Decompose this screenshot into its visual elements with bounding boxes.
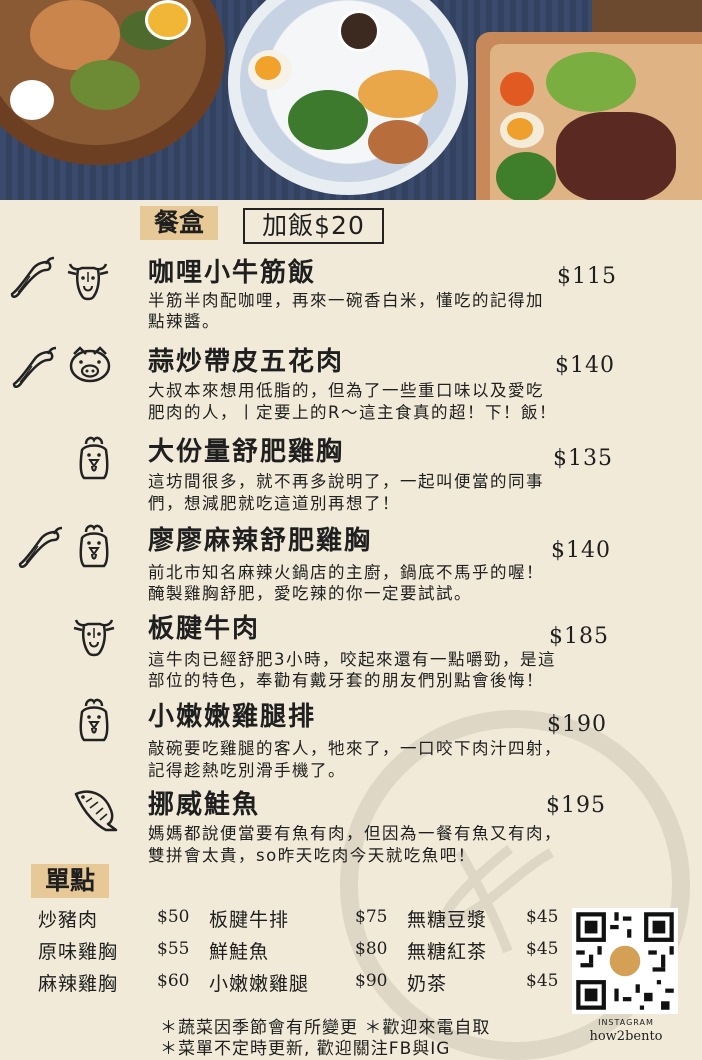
item-desc-line1: 媽媽都說便當要有魚有肉，但因為一餐有魚又有肉， [148,824,562,843]
alacarte-item-price: $45 [526,939,559,959]
item-desc-line1: 這坊間很多，就不再多說明了，一起叫便當的同事 [148,472,544,491]
steak-tray-image [476,32,702,200]
add-rice-price: 加飯$20 [243,208,384,244]
chicken-icon [79,436,109,480]
cow-icon [66,262,110,301]
chili-icon [12,346,58,389]
note-line: ＊菜單不定時更新, 歡迎關注FB與IG [160,1039,451,1059]
item-price: $185 [549,624,609,649]
item-name-chicken-thigh: 小嫩嫩雞腿排 [148,702,317,732]
alacarte-item-name: 原味雞胸 [38,941,119,963]
item-desc-line1: 半筋半肉配咖哩，再來一碗香白米，懂吃的記得加 [148,291,544,310]
item-desc-line2: 醃製雞胸舒肥，愛吃辣的你一定要試試。 [148,584,472,603]
bento-section-label: 餐盒 [140,206,219,240]
item-price: $115 [557,264,617,289]
item-name-curry-beef-tendon: 咖哩小牛筋飯 [148,258,317,288]
alacarte-item-price: $80 [355,939,388,959]
item-name-spicy-chicken: 廖廖麻辣舒肥雞胸 [148,526,373,556]
watermark-glyph: 𐤀 [430,790,564,999]
qr-caption-handle: how2bento [589,1029,663,1044]
item-desc-line2: 肥肉的人，丨定要上的R～這主食真的超！下！飯！ [148,403,557,422]
alacarte-item-name: 板腱牛排 [209,909,290,931]
alacarte-item-name: 鮮鮭魚 [209,941,270,963]
alacarte-item-price: $45 [526,971,559,991]
qr-code[interactable] [572,908,678,1014]
item-price: $190 [547,712,607,737]
alacarte-item-price: $75 [355,907,388,927]
item-name-sous-vide-chicken: 大份量舒肥雞胸 [148,437,345,467]
alacarte-section-label: 單點 [31,864,110,898]
alacarte-item-name: 奶茶 [407,973,448,995]
item-name-flat-iron-beef: 板腱牛肉 [148,614,261,644]
alacarte-item-name: 麻辣雞胸 [38,973,119,995]
alacarte-item-name: 炒豬肉 [38,909,99,931]
food-photo-banner [0,0,702,200]
item-desc-line1: 大叔本來想用低脂的，但為了一些重口味以及愛吃 [148,381,544,400]
cow-icon [72,618,116,657]
alacarte-item-price: $90 [355,971,388,991]
chicken-icon [79,524,109,568]
item-price: $140 [551,538,611,563]
item-desc-line2: 記得趁熱吃別滑手機了。 [148,761,346,780]
alacarte-item-name: 小嫩嫩雞腿 [209,973,310,995]
item-name-norwegian-salmon: 挪威鮭魚 [148,790,261,820]
alacarte-item-price: $55 [157,939,190,959]
item-desc-line1: 敲碗要吃雞腿的客人，牠來了，一口咬下肉汁四射， [148,739,562,758]
chili-icon [18,526,64,569]
alacarte-item-price: $45 [526,907,559,927]
fish-icon [74,790,118,832]
item-desc-line2: 部位的特色，奉勸有戴牙套的朋友們別點會後悔！ [148,671,544,690]
item-name-pork-belly: 蒜炒帶皮五花肉 [148,347,345,377]
chili-icon [10,256,56,299]
item-price: $195 [546,793,606,818]
item-desc-line1: 前北市知名麻辣火鍋店的主廚，鍋底不馬乎的喔！ [148,563,544,582]
pig-icon [69,346,111,383]
alacarte-item-price: $50 [157,907,190,927]
item-price: $140 [555,353,615,378]
item-desc-line2: 們，想減肥就吃這道別再想了！ [148,494,400,513]
alacarte-item-name: 無糖豆漿 [407,909,488,931]
item-desc-line2: 雙拼會太貴，so昨天吃肉今天就吃魚吧！ [148,846,476,865]
chicken-icon [79,698,109,742]
alacarte-item-name: 無糖紅茶 [407,941,488,963]
item-price: $135 [553,446,613,471]
item-desc-line2: 點辣醬。 [148,312,220,331]
alacarte-item-price: $60 [157,971,190,991]
qr-caption-instagram: INSTAGRAM [598,1018,654,1027]
item-desc-line1: 這牛肉已經舒肥3小時，咬起來還有一點嚼勁，是這 [148,650,556,669]
